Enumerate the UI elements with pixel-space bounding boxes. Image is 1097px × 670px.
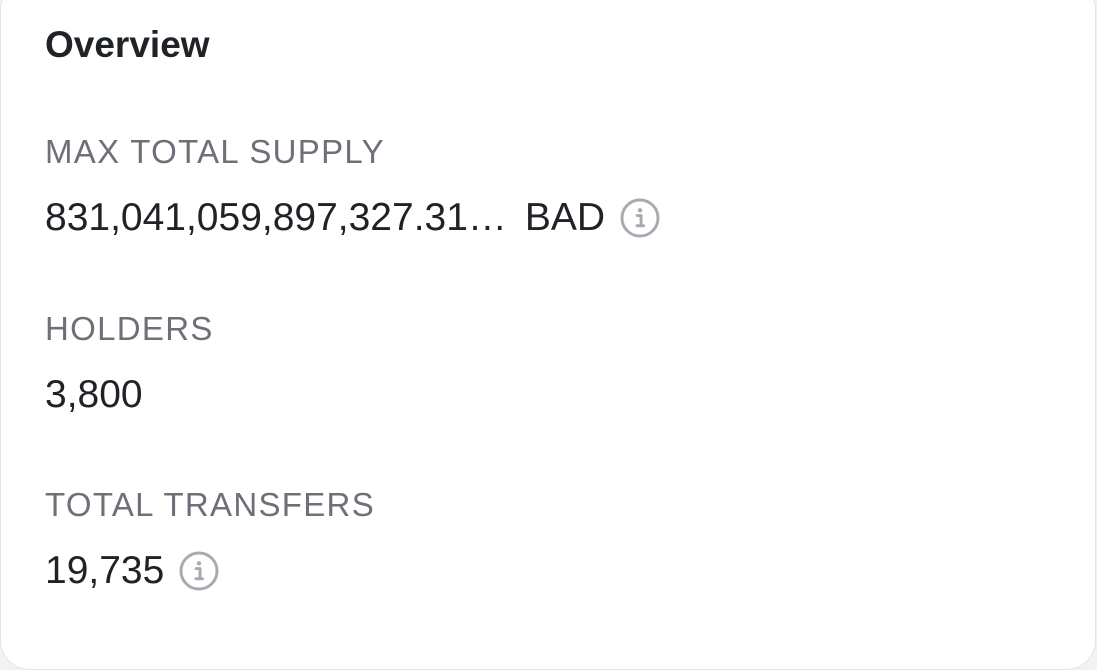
info-icon-graphic [620,198,660,238]
info-icon[interactable] [619,197,661,239]
total-transfers-label: TOTAL TRANSFERS [45,486,376,523]
card-title: Overview [45,24,210,65]
total-transfers-value: 19,735 [45,549,165,592]
info-icon-graphic [179,551,219,591]
holders-row: 3,800 [45,373,214,417]
max-total-supply-label: MAX TOTAL SUPPLY [45,133,385,170]
max-total-supply-value: 831,041,059,897,327.31… [45,196,507,239]
total-transfers-row: 19,735 [45,549,375,593]
holders-section: HOLDERS 3,800 [45,309,214,417]
holders-value: 3,800 [45,373,143,416]
total-transfers-section: TOTAL TRANSFERS 19,735 [45,485,375,593]
max-total-supply-section: MAX TOTAL SUPPLY 831,041,059,897,327.31…… [45,132,661,240]
info-icon[interactable] [178,550,220,592]
overview-card: Overview MAX TOTAL SUPPLY 831,041,059,89… [0,0,1096,670]
holders-label: HOLDERS [45,310,214,347]
max-total-supply-row: 831,041,059,897,327.31… BAD [45,196,661,240]
token-symbol: BAD [524,196,606,239]
